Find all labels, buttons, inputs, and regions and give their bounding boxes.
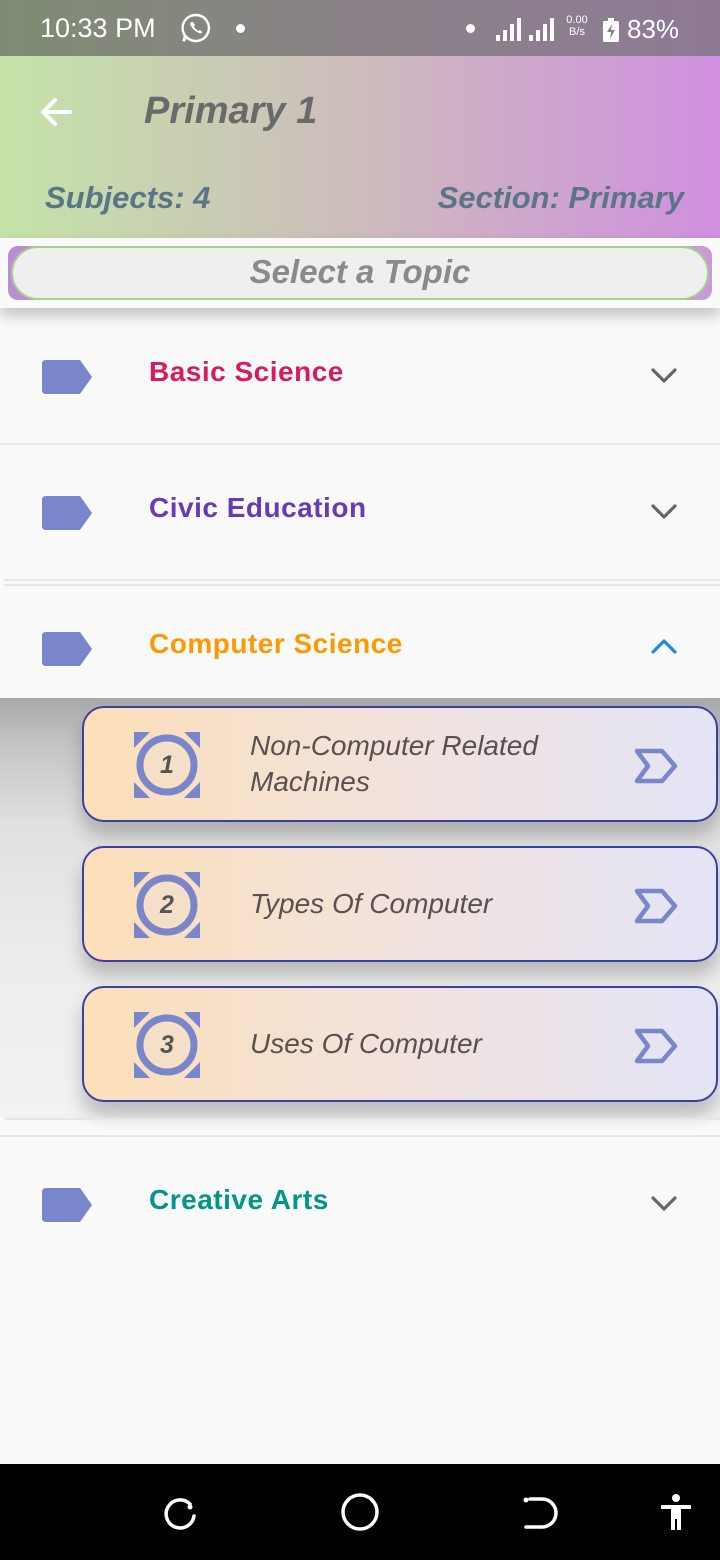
chevron-down-icon[interactable] <box>650 364 678 386</box>
divider <box>4 1118 720 1120</box>
arrow-right-tag-icon <box>634 748 678 784</box>
subjects-count: Subjects: 4 <box>45 180 211 215</box>
back-nav-icon[interactable] <box>520 1494 560 1534</box>
topic-title: Types Of Computer <box>250 888 493 919</box>
topic-search-frame: Select a Topic <box>8 246 712 300</box>
status-time: 10:33 PM <box>40 13 156 43</box>
arrow-left-icon[interactable] <box>36 92 76 132</box>
label-tag-icon <box>42 496 92 530</box>
subject-label: Basic Science <box>149 356 344 387</box>
subject-row-civic-education[interactable]: Civic Education <box>0 444 720 580</box>
topic-search-input[interactable]: Select a Topic <box>11 246 709 300</box>
subject-row-creative-arts[interactable]: Creative Arts <box>0 1136 720 1272</box>
topic-number: 2 <box>160 891 174 919</box>
topic-title: Non-Computer Related Machines <box>250 730 538 797</box>
accessibility-icon[interactable] <box>656 1492 696 1532</box>
status-bar: 10:33 PM 0.00 B/s 83% <box>0 0 720 56</box>
battery-charging-icon <box>603 18 619 42</box>
topic-card[interactable]: 3 Uses Of Computer <box>82 986 718 1102</box>
topic-title: Uses Of Computer <box>250 1028 482 1059</box>
topic-card[interactable]: 2 Types Of Computer <box>82 846 718 962</box>
notification-dot <box>236 24 245 33</box>
net-speed: 0.00 B/s <box>566 14 588 38</box>
topic-card[interactable]: 1 Non-Computer Related Machines <box>82 706 718 822</box>
label-tag-icon <box>42 360 92 394</box>
whatsapp-icon <box>181 13 211 43</box>
app-header: Primary 1 Subjects: 4 Section: Primary <box>0 56 720 238</box>
notification-dot <box>466 24 475 33</box>
signal-icon <box>496 18 554 41</box>
topic-number: 1 <box>160 751 174 779</box>
battery-percent: 83% <box>627 14 680 44</box>
label-tag-icon <box>42 632 92 666</box>
topics-panel: 1 Non-Computer Related Machines 2 Types … <box>0 698 720 1118</box>
section-label: Section: Primary <box>437 180 684 215</box>
subject-label: Civic Education <box>149 492 367 523</box>
subject-row-basic-science[interactable]: Basic Science <box>0 308 720 444</box>
chevron-down-icon[interactable] <box>650 500 678 522</box>
arrow-right-tag-icon <box>634 888 678 924</box>
arrow-right-tag-icon <box>634 1028 678 1064</box>
page-title: Primary 1 <box>144 90 318 132</box>
subject-row-computer-science[interactable]: Computer Science <box>0 580 720 716</box>
subject-label: Creative Arts <box>149 1184 329 1215</box>
home-icon[interactable] <box>340 1492 380 1532</box>
topic-number: 3 <box>160 1031 174 1059</box>
chevron-down-icon[interactable] <box>650 1192 678 1214</box>
subject-label: Computer Science <box>149 628 403 659</box>
topic-search-bar: Select a Topic <box>0 238 720 308</box>
recent-apps-icon[interactable] <box>160 1494 200 1534</box>
label-tag-icon <box>42 1188 92 1222</box>
system-nav-bar <box>0 1464 720 1560</box>
chevron-up-icon[interactable] <box>650 636 678 658</box>
